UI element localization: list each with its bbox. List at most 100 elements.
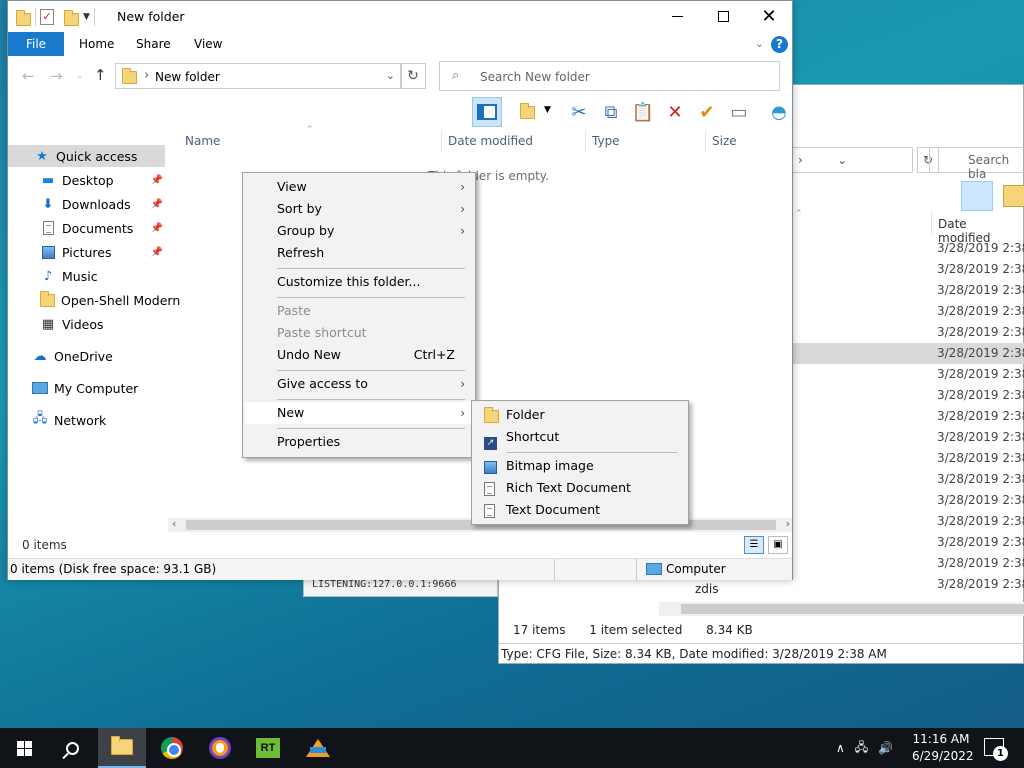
preview-pane-button[interactable] [472,97,502,127]
bg-preview-pane-button[interactable] [961,181,993,211]
minimize-button[interactable] [654,1,700,32]
menu-item-refresh[interactable]: Refresh [245,242,473,264]
title-bar[interactable]: ✓ ▼ New folder ✕ [8,1,792,32]
paste-button[interactable]: 📋 [628,97,658,127]
sidebar-item-videos[interactable]: ▦ Videos [8,313,165,335]
sidebar-item-downloads[interactable]: ⬇ Downloads 📌 [8,193,165,215]
details-view-button[interactable]: ☰ [744,536,764,554]
taskbar-brave[interactable] [196,728,244,768]
volume-icon[interactable]: 🔊 [878,741,893,755]
large-icons-view-button[interactable]: ▣ [768,536,788,554]
taskbar-rt-app[interactable]: RT [244,728,292,768]
rename-button[interactable]: ▭ [724,97,754,127]
start-button[interactable] [0,728,48,768]
bg-selected-row[interactable] [789,343,931,364]
folder-icon [16,9,31,26]
bg-item-count: 17 items [513,623,566,637]
bg-date-cell: 3/28/2019 2:38 A [937,367,1024,381]
new-folder-icon[interactable] [64,9,79,26]
menu-item-view[interactable]: View › [245,176,473,198]
menu-item-sort-by[interactable]: Sort by › [245,198,473,220]
forward-arrow-icon[interactable]: → [50,67,63,85]
sidebar-item-onedrive[interactable]: ☁ OneDrive [8,345,165,367]
folder-options-chevron-icon[interactable]: ▼ [544,105,551,115]
column-name[interactable]: Name [179,131,441,153]
show-hidden-icons-chevron-icon[interactable]: ∧ [836,741,845,755]
scroll-right-arrow-icon[interactable]: › [786,517,790,530]
recent-locations-chevron-icon[interactable]: ⌄ [76,71,84,81]
taskbar-file-explorer[interactable] [98,728,146,768]
refresh-button[interactable]: ↻ [400,63,426,89]
back-arrow-icon[interactable]: ← [22,67,35,85]
customize-qat-chevron-icon[interactable]: ▼ [83,12,90,22]
network-icon[interactable]: 🖧 [855,738,868,759]
column-type[interactable]: Type [585,131,705,153]
address-dropdown-chevron-icon[interactable]: ⌄ [386,69,395,82]
column-date-modified[interactable]: Date modified [441,131,585,153]
pin-icon[interactable]: 📌 [151,223,163,234]
search-input[interactable]: ⌕ Search New folder [439,61,780,91]
sidebar-item-open-shell[interactable]: Open-Shell Modern [8,289,180,311]
sidebar-item-music[interactable]: ♪ Music [8,265,165,287]
delete-x-icon: ✕ [667,101,683,123]
cut-button[interactable]: ✂ [564,97,594,127]
taskbar-chrome[interactable] [148,728,196,768]
tab-file[interactable]: File [8,32,64,56]
submenu-item-text-document[interactable]: Text Document [474,499,686,521]
star-icon: ★ [36,148,48,164]
folder-icon [40,290,55,308]
bg-folder-options-button[interactable] [1003,185,1024,207]
help-icon[interactable]: ? [771,36,788,53]
tab-share[interactable]: Share [122,32,185,56]
submenu-item-folder[interactable]: Folder [474,404,686,426]
scroll-left-arrow-icon[interactable]: ‹ [172,517,176,530]
bg-address-bar[interactable]: › ⌄ [789,147,913,173]
console-window[interactable]: LISTENING:127.0.0.1:9666 [303,578,498,597]
sidebar-item-pictures[interactable]: Pictures 📌 [8,241,165,263]
menu-item-give-access-to[interactable]: Give access to › [245,373,473,395]
breadcrumb[interactable]: New folder [155,70,220,84]
submenu-item-rich-text-document[interactable]: Rich Text Document [474,477,686,499]
folder-options-button[interactable] [512,97,542,127]
taskbar-app[interactable] [294,728,342,768]
bg-column-date-modified[interactable]: Date modified [931,211,1024,245]
sidebar-item-label: My Computer [54,380,139,396]
expand-ribbon-chevron-icon[interactable]: ⌄ [755,37,764,50]
bg-search-input[interactable]: Search bla [929,147,1024,181]
column-size[interactable]: Size [705,131,783,153]
submenu-item-bitmap-image[interactable]: Bitmap image [474,455,686,477]
sidebar-item-documents[interactable]: Documents 📌 [8,217,165,239]
delete-button[interactable]: ✕ [660,97,690,127]
pin-icon[interactable]: 📌 [151,175,163,186]
copy-button[interactable]: ⧉ [596,97,626,127]
maximize-button[interactable] [700,1,746,32]
brave-icon [209,737,231,759]
menu-item-properties[interactable]: Properties [245,431,473,453]
pin-icon[interactable]: 📌 [151,247,163,258]
close-button[interactable]: ✕ [746,1,792,32]
clock[interactable]: 11:16 AM 6/29/2022 [912,731,974,765]
bg-horizontal-scrollbar[interactable] [659,602,1024,616]
tab-view[interactable]: View [180,32,236,56]
properties-icon[interactable]: ✓ [40,9,54,25]
sidebar-item-desktop[interactable]: ▬ Desktop 📌 [8,169,165,191]
tab-home[interactable]: Home [65,32,128,56]
menu-item-group-by[interactable]: Group by › [245,220,473,242]
menu-item-customize-folder[interactable]: Customize this folder... [245,271,473,293]
action-center-button[interactable]: 1 [984,738,1008,761]
menu-item-new[interactable]: New › [245,402,473,424]
bg-date-cell: 3/28/2019 2:38 A [937,430,1024,444]
sidebar-item-quick-access[interactable]: ★ Quick access [8,145,165,167]
search-button[interactable] [48,728,96,768]
submenu-item-shortcut[interactable]: ↗ Shortcut [474,426,686,450]
navigation-bar: ← → ⌄ ↑ › New folder ⌄ ↻ ⌕ Search New fo… [8,59,792,93]
breadcrumb-chevron-icon[interactable]: › [144,68,149,83]
open-shell-button[interactable]: ◓ [764,97,794,127]
sidebar-item-network[interactable]: 🖧 Network [8,409,165,431]
menu-item-undo-new[interactable]: Undo New Ctrl+Z [245,344,473,366]
sidebar-item-my-computer[interactable]: My Computer [8,377,165,399]
pin-icon[interactable]: 📌 [151,199,163,210]
up-arrow-icon[interactable]: ↑ [94,66,107,84]
properties-button[interactable]: ✔ [692,97,722,127]
address-bar[interactable]: › New folder ⌄ [115,63,402,89]
